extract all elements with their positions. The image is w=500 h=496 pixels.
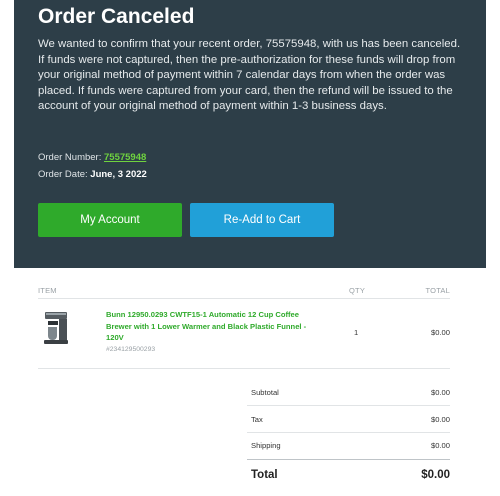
divider: [247, 459, 450, 460]
order-total-value: $0.00: [421, 469, 450, 481]
order-number-link[interactable]: 75575948: [104, 152, 146, 163]
order-number-row: Order Number: 75575948: [38, 152, 146, 163]
my-account-button[interactable]: My Account: [38, 203, 182, 237]
order-date-value: June, 3 2022: [90, 169, 147, 180]
tax-label: Tax: [251, 415, 263, 424]
product-sku: #234129500293: [106, 346, 156, 353]
product-total: $0.00: [430, 328, 450, 337]
qty-column-header: QTY: [349, 286, 366, 295]
divider: [247, 405, 450, 406]
order-date-label: Order Date:: [38, 169, 88, 180]
subtotal-label: Subtotal: [251, 388, 279, 397]
re-add-to-cart-button[interactable]: Re-Add to Cart: [190, 203, 334, 237]
product-qty: 1: [354, 328, 359, 337]
total-column-header: TOTAL: [425, 286, 450, 295]
order-total-label: Total: [251, 469, 278, 481]
order-number-label: Order Number:: [38, 152, 102, 163]
coffee-brewer-icon: [40, 310, 72, 346]
tax-value: $0.00: [430, 415, 450, 424]
cancellation-message: We wanted to confirm that your recent or…: [38, 38, 461, 113]
divider: [38, 298, 450, 299]
order-status-banner: Order Canceled We wanted to confirm that…: [14, 0, 486, 268]
product-link[interactable]: Bunn 12950.0293 CWTF15-1 Automatic 12 Cu…: [106, 309, 321, 344]
order-canceled-email: Order Canceled We wanted to confirm that…: [0, 0, 500, 496]
item-column-header: ITEM: [38, 286, 57, 295]
divider: [38, 368, 450, 369]
shipping-label: Shipping: [251, 441, 281, 450]
subtotal-value: $0.00: [430, 388, 450, 397]
divider: [247, 432, 450, 433]
shipping-value: $0.00: [430, 441, 450, 450]
page-title: Order Canceled: [38, 5, 195, 28]
order-date-row: Order Date: June, 3 2022: [38, 169, 147, 180]
